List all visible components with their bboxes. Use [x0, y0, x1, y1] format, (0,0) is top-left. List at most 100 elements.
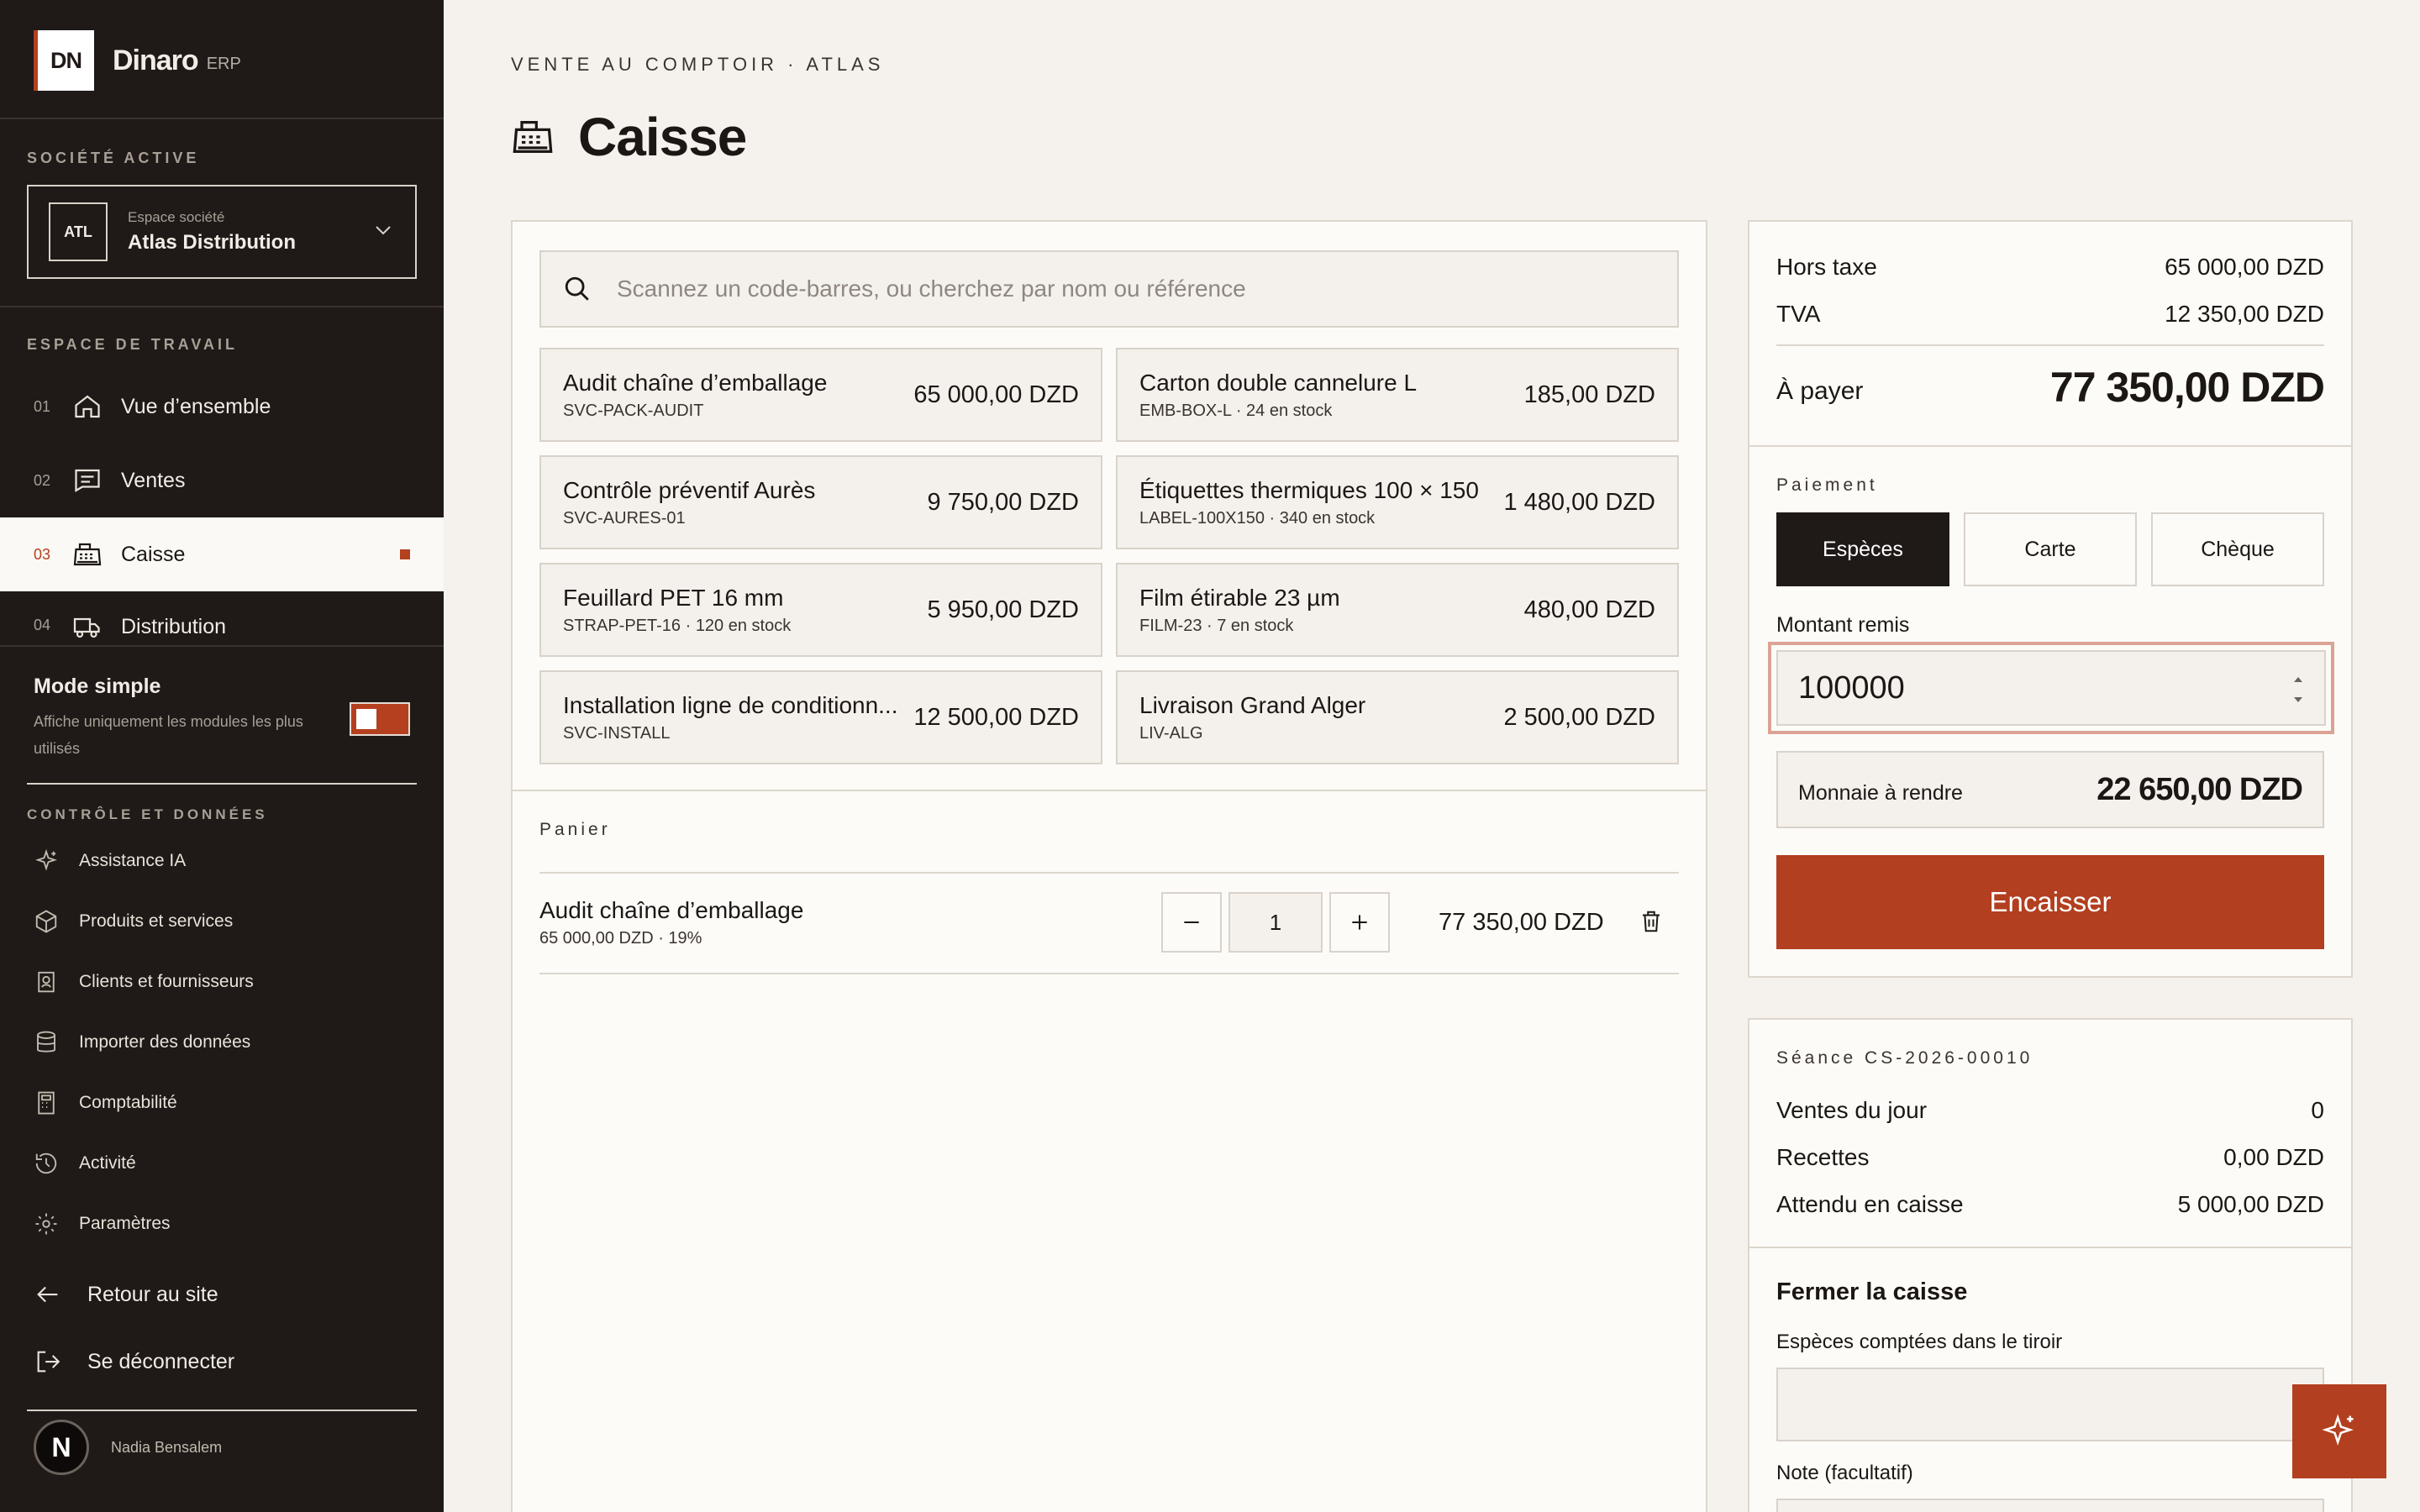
product-name: Livraison Grand Alger	[1139, 692, 1366, 718]
cart-item-name: Audit chaîne d’emballage	[539, 897, 804, 923]
amount-label: Montant remis	[1776, 613, 1910, 637]
change-value: 22 650,00 DZD	[2096, 771, 2303, 807]
company-selector[interactable]: ATL Espace société Atlas Distribution	[27, 185, 417, 279]
nav-number: 04	[34, 617, 51, 633]
nav-item-overview[interactable]: 01 Vue d’ensemble	[0, 370, 444, 444]
active-marker	[400, 549, 410, 559]
control-item-import[interactable]: Importer des données	[34, 1030, 250, 1055]
divider	[1749, 1247, 2351, 1248]
product-card[interactable]: Livraison Grand Alger LIV-ALG 2 500,00 D…	[1116, 670, 1679, 764]
amount-input[interactable]: 100000	[1776, 650, 2326, 726]
product-card[interactable]: Contrôle préventif Aurès SVC-AURES-01 9 …	[539, 455, 1102, 549]
product-card[interactable]: Installation ligne de conditionn... SVC-…	[539, 670, 1102, 764]
payment-method-card[interactable]: Carte	[1964, 512, 2137, 586]
product-card[interactable]: Feuillard PET 16 mm STRAP-PET-16 · 120 e…	[539, 563, 1102, 657]
session-row-label: Recettes	[1776, 1144, 1870, 1170]
close-register-title: Fermer la caisse	[1776, 1278, 1968, 1305]
payment-label: Paiement	[1776, 475, 1878, 495]
change-box: Monnaie à rendre 22 650,00 DZD	[1776, 751, 2324, 828]
simple-mode-description: Affiche uniquement les modules les plus …	[34, 713, 303, 757]
subtotal-row: Hors taxe 65 000,00 DZD	[1776, 254, 2324, 281]
product-search[interactable]	[539, 250, 1679, 328]
control-item-accounting[interactable]: Comptabilité	[34, 1090, 177, 1116]
control-item-contacts[interactable]: Clients et fournisseurs	[34, 969, 254, 995]
breadcrumb: VENTE AU COMPTOIR · ATLAS	[511, 54, 885, 75]
divider	[0, 306, 444, 307]
session-row-label: Attendu en caisse	[1776, 1191, 1964, 1217]
brand-logo: DN	[34, 30, 94, 91]
divider	[513, 790, 1706, 791]
product-card[interactable]: Film étirable 23 µm FILM-23 · 7 en stock…	[1116, 563, 1679, 657]
session-row-value: 0	[2311, 1097, 2324, 1123]
control-item-label: Comptabilité	[79, 1093, 177, 1112]
nav-label: Vue d’ensemble	[121, 394, 271, 418]
control-item-label: Produits et services	[79, 911, 234, 931]
search-icon	[565, 276, 589, 301]
decrease-qty-button[interactable]	[1161, 892, 1222, 953]
box-icon	[35, 910, 57, 933]
back-to-site-link[interactable]: Retour au site	[34, 1280, 218, 1309]
logout-label: Se déconnecter	[87, 1349, 235, 1373]
nav-number: 03	[34, 545, 51, 563]
product-card[interactable]: Étiquettes thermiques 100 × 150 LABEL-10…	[1116, 455, 1679, 549]
trash-icon[interactable]	[1639, 909, 1664, 934]
control-section-label: CONTRÔLE ET DONNÉES	[27, 806, 268, 822]
nav-item-cash-register[interactable]: 03 Caisse	[0, 517, 444, 591]
nav-item-distribution[interactable]: 04 Distribution	[0, 591, 444, 645]
truck-icon	[73, 617, 100, 638]
back-to-site-label: Retour au site	[87, 1282, 218, 1306]
search-input[interactable]	[617, 276, 1625, 302]
gear-icon	[35, 1213, 57, 1235]
brand-name: Dinaro	[113, 44, 199, 76]
total-label: À payer	[1776, 377, 1864, 405]
minus-icon	[1184, 921, 1199, 923]
cash-in-button[interactable]: Encaisser	[1776, 855, 2324, 949]
product-card[interactable]: Audit chaîne d’emballage SVC-PACK-AUDIT …	[539, 348, 1102, 442]
product-price: 2 500,00 DZD	[1503, 704, 1655, 731]
increase-qty-button[interactable]	[1329, 892, 1390, 953]
nav-item-sales[interactable]: 02 Ventes	[0, 444, 444, 517]
brand[interactable]: DN Dinaro ERP	[34, 30, 241, 91]
product-meta: LIV-ALG	[1139, 724, 1203, 743]
history-icon	[35, 1152, 57, 1174]
plus-icon	[1352, 915, 1367, 930]
sparkle-icon	[35, 848, 57, 871]
payment-method-cheque[interactable]: Chèque	[2151, 512, 2324, 586]
amount-focus-ring: 100000	[1768, 642, 2334, 734]
vat-row: TVA 12 350,00 DZD	[1776, 301, 2324, 328]
nav-number: 02	[34, 471, 51, 489]
logout-link[interactable]: Se déconnecter	[34, 1347, 234, 1376]
nav-label: Ventes	[121, 468, 186, 492]
spinner-icon[interactable]	[2291, 669, 2306, 711]
session-row: Attendu en caisse 5 000,00 DZD	[1776, 1191, 2324, 1218]
session-label: Séance CS-2026-00010	[1776, 1048, 2033, 1068]
ai-assistant-button[interactable]	[2292, 1384, 2386, 1478]
drawer-count-input[interactable]	[1776, 1368, 2324, 1441]
control-item-settings[interactable]: Paramètres	[34, 1211, 171, 1236]
control-item-label: Clients et fournisseurs	[79, 972, 254, 991]
quantity-field[interactable]: 1	[1228, 892, 1323, 953]
control-item-ai-assistance[interactable]: Assistance IA	[34, 848, 186, 874]
cash-register-icon	[513, 121, 553, 153]
product-name: Étiquettes thermiques 100 × 150	[1139, 477, 1479, 503]
divider	[1749, 445, 2351, 447]
note-input[interactable]	[1776, 1499, 2324, 1512]
product-meta: LABEL-100X150 · 340 en stock	[1139, 509, 1376, 528]
session-row-label: Ventes du jour	[1776, 1097, 1928, 1123]
simple-mode-toggle[interactable]	[350, 702, 410, 736]
control-item-label: Importer des données	[79, 1032, 251, 1052]
divider	[0, 645, 444, 647]
user-profile[interactable]: N Nadia Bensalem	[34, 1420, 222, 1475]
nav-label: Caisse	[121, 542, 186, 566]
session-row-value: 5 000,00 DZD	[2177, 1191, 2324, 1217]
vat-value: 12 350,00 DZD	[2165, 301, 2324, 327]
control-item-label: Assistance IA	[79, 851, 187, 870]
control-item-products[interactable]: Produits et services	[34, 909, 233, 934]
product-card[interactable]: Carton double cannelure L EMB-BOX-L · 24…	[1116, 348, 1679, 442]
control-item-label: Activité	[79, 1153, 136, 1173]
cash-register-icon	[73, 543, 102, 566]
payment-method-cash[interactable]: Espèces	[1776, 512, 1949, 586]
control-item-activity[interactable]: Activité	[34, 1151, 136, 1176]
product-price: 5 950,00 DZD	[927, 596, 1079, 623]
product-name: Audit chaîne d’emballage	[563, 370, 828, 396]
